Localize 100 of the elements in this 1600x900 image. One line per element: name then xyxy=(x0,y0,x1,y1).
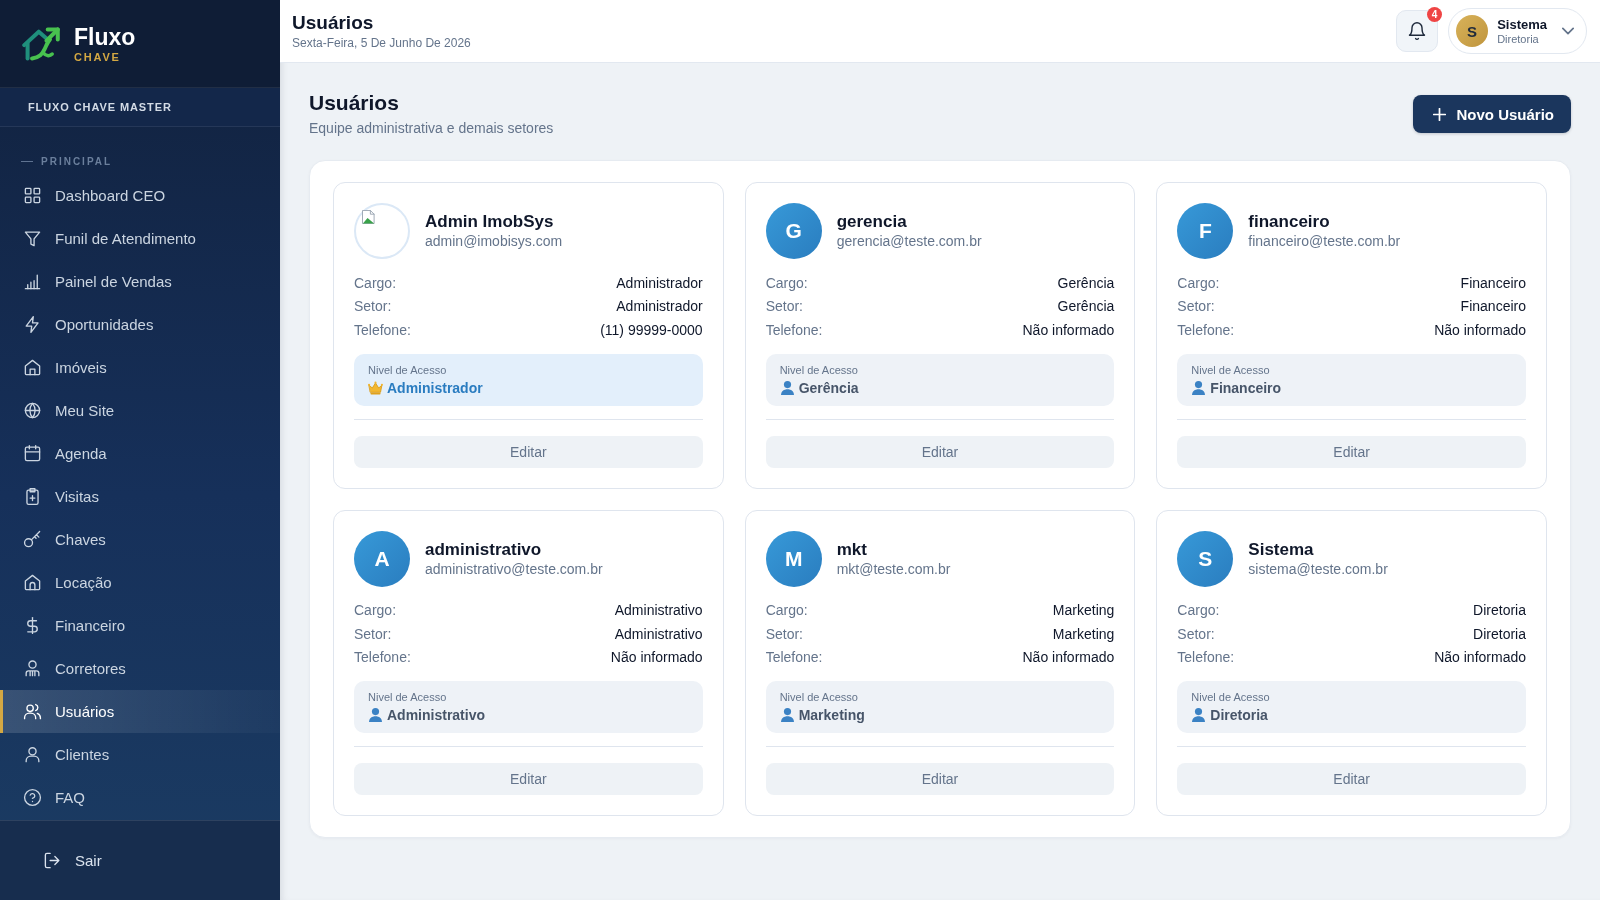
sidebar-item[interactable]: FAQ xyxy=(0,776,280,819)
field-label: Telefone: xyxy=(765,649,823,666)
lightning-icon xyxy=(23,315,42,334)
field-label: Setor: xyxy=(1177,298,1215,315)
sidebar-item[interactable]: Meu Site xyxy=(0,389,280,432)
sidebar-item[interactable]: Painel de Vendas xyxy=(0,260,280,303)
edit-button[interactable]: Editar xyxy=(354,763,703,795)
person-icon xyxy=(23,659,42,678)
new-user-button[interactable]: Novo Usuário xyxy=(1413,95,1571,133)
field-label: Cargo: xyxy=(1177,274,1220,291)
user-avatar: F xyxy=(1177,203,1234,259)
workspace-name: FLUXO CHAVE MASTER xyxy=(28,101,172,113)
field-value: Diretoria xyxy=(1473,602,1526,619)
person-icon xyxy=(779,380,795,395)
field-value: Financeiro xyxy=(1460,274,1526,291)
access-value: Administrador xyxy=(387,378,483,397)
user-name: Admin ImobSys xyxy=(425,212,555,232)
edit-button[interactable]: Editar xyxy=(765,763,1115,795)
page-subtitle: Equipe administrativa e demais setores xyxy=(309,119,554,137)
person-icon xyxy=(1191,380,1207,395)
help-icon xyxy=(23,788,42,807)
filter-icon xyxy=(23,229,42,248)
brand-subtitle: CHAVE xyxy=(74,49,122,64)
access-label: Nivel de Acesso xyxy=(1191,362,1271,377)
access-label: Nivel de Acesso xyxy=(779,690,859,704)
field-value: Administrador xyxy=(616,274,703,291)
sidebar-item[interactable]: Funil de Atendimento xyxy=(0,217,280,260)
sidebar-item[interactable]: Dashboard CEO xyxy=(0,174,280,217)
field-label: Telefone: xyxy=(1177,321,1235,338)
access-label: Nivel de Acesso xyxy=(368,362,448,377)
edit-button[interactable]: Editar xyxy=(1177,435,1526,468)
sidebar-item[interactable]: Clientes xyxy=(0,733,280,776)
field-value: Não informado xyxy=(1434,321,1526,338)
user-avatar: A xyxy=(354,530,410,587)
access-label: Nivel de Acesso xyxy=(368,690,448,704)
user-avatar: M xyxy=(765,530,822,587)
user-name: gerencia xyxy=(836,212,908,232)
house-icon xyxy=(23,573,42,592)
user-avatar: G xyxy=(765,203,822,259)
edit-button[interactable]: Editar xyxy=(765,435,1115,468)
page-title: Usuários xyxy=(309,91,400,115)
user-email: gerencia@teste.com.br xyxy=(836,232,982,250)
sidebar-item[interactable]: Usuários xyxy=(0,690,280,733)
field-value: Marketing xyxy=(1052,625,1115,642)
header-title: Usuários xyxy=(292,11,375,34)
house-icon xyxy=(23,358,42,377)
crown-icon xyxy=(368,380,383,395)
access-value: Gerência xyxy=(798,378,859,397)
field-value: Administrador xyxy=(616,298,703,315)
section-label: PRINCIPAL xyxy=(41,155,113,167)
chevron-down-icon xyxy=(1562,25,1574,37)
field-label: Telefone: xyxy=(354,321,411,338)
user-menu[interactable]: S Sistema Diretoria xyxy=(1448,8,1587,54)
field-value: (11) 99999-0000 xyxy=(600,321,703,338)
field-label: Telefone: xyxy=(765,321,823,338)
field-value: Diretoria xyxy=(1473,625,1526,642)
notifications-button[interactable]: 4 xyxy=(1396,10,1439,52)
key-icon xyxy=(23,530,42,549)
sidebar-item[interactable]: Visitas xyxy=(0,475,280,518)
sidebar-item[interactable]: Imóveis xyxy=(0,346,280,389)
sidebar-item[interactable]: Locação xyxy=(0,561,280,604)
logout-icon xyxy=(43,851,62,870)
field-label: Cargo: xyxy=(354,602,397,619)
access-value: Administrativo xyxy=(387,706,485,724)
person-icon xyxy=(779,708,795,722)
user-name: mkt xyxy=(836,539,868,560)
edit-button[interactable]: Editar xyxy=(354,435,703,468)
calendar-icon xyxy=(23,444,42,463)
bar-chart-icon xyxy=(23,272,42,291)
field-label: Setor: xyxy=(765,298,803,315)
field-value: Não informado xyxy=(1434,649,1526,666)
access-value: Financeiro xyxy=(1210,378,1282,397)
field-value: Administrativo xyxy=(614,602,703,619)
clipboard-icon xyxy=(23,487,42,506)
user-avatar: S xyxy=(1177,530,1234,587)
user-email: financeiro@teste.com.br xyxy=(1248,232,1401,250)
notification-count: 4 xyxy=(1427,7,1443,22)
users-icon xyxy=(23,702,42,721)
sidebar-item[interactable]: Corretores xyxy=(0,647,280,690)
field-value: Financeiro xyxy=(1460,298,1526,315)
user-role: Diretoria xyxy=(1497,32,1540,46)
sidebar-item[interactable]: Agenda xyxy=(0,432,280,475)
brand-name: Fluxo xyxy=(74,23,136,50)
broken-image-icon xyxy=(362,210,375,224)
user-name: financeiro xyxy=(1248,212,1331,232)
user-avatar: S xyxy=(1456,15,1489,47)
logout-link[interactable]: Sair xyxy=(43,851,102,870)
field-label: Telefone: xyxy=(354,649,411,666)
edit-button[interactable]: Editar xyxy=(1177,763,1526,795)
access-label: Nivel de Acesso xyxy=(1191,690,1271,704)
user-email: sistema@teste.com.br xyxy=(1248,559,1388,578)
sidebar-item[interactable]: Financeiro xyxy=(0,604,280,647)
field-value: Não informado xyxy=(1022,321,1115,338)
user-email: administrativo@teste.com.br xyxy=(425,559,603,578)
field-label: Cargo: xyxy=(354,274,397,291)
sidebar-item[interactable]: Oportunidades xyxy=(0,303,280,346)
field-label: Telefone: xyxy=(1177,649,1235,666)
sidebar-item[interactable]: Chaves xyxy=(0,518,280,561)
field-label: Setor: xyxy=(1177,625,1215,642)
header-date: Sexta-Feira, 5 De Junho De 2026 xyxy=(292,35,471,51)
